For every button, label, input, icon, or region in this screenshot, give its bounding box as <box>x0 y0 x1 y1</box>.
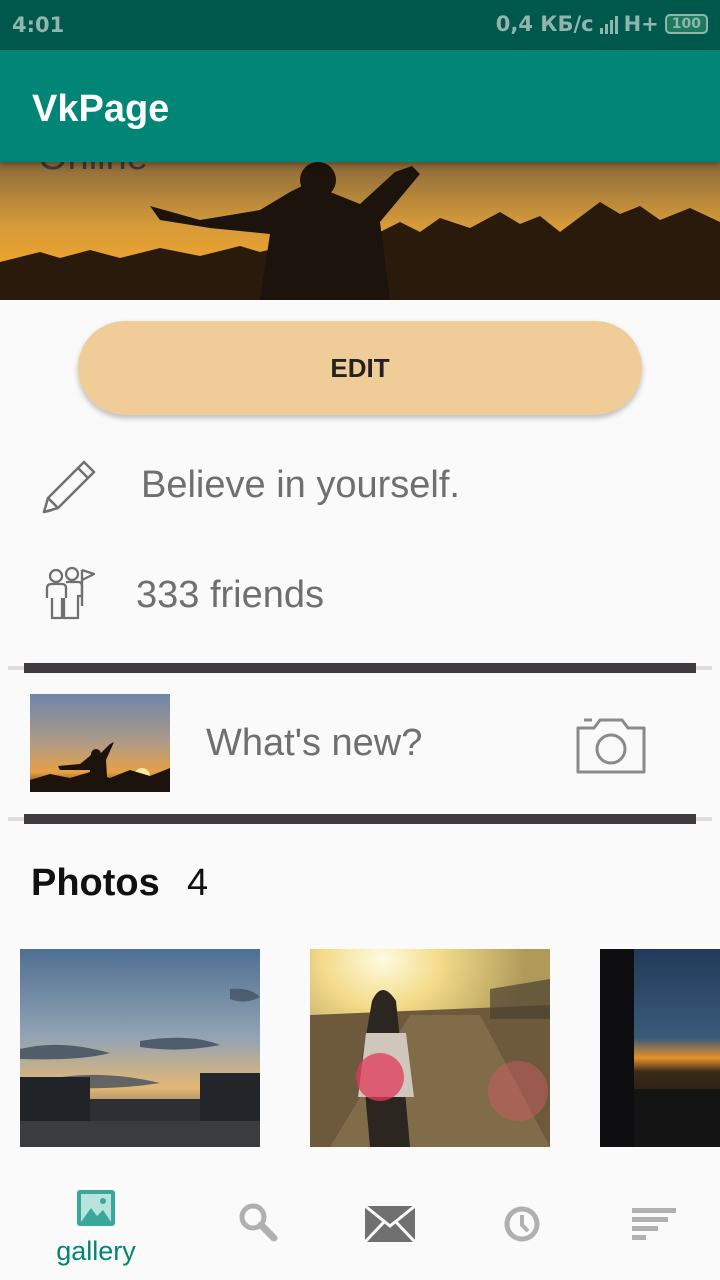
gallery-icon <box>77 1190 115 1226</box>
photo-thumbnail[interactable] <box>600 949 720 1147</box>
cover-photo: Online <box>0 162 720 300</box>
app-bar: VkPage <box>0 50 720 162</box>
status-bar: 4:01 0,4 КБ/с H+ 100 <box>0 0 720 50</box>
nav-messages[interactable] <box>318 1180 462 1280</box>
sort-icon <box>632 1208 676 1240</box>
avatar-image <box>30 694 170 792</box>
photo-image <box>20 949 260 1147</box>
signal-icon <box>599 14 618 34</box>
clock-icon <box>504 1206 540 1242</box>
pencil-icon <box>42 460 96 514</box>
bottom-navigation: gallery <box>0 1180 720 1280</box>
section-divider <box>8 814 712 824</box>
mail-icon <box>365 1206 415 1242</box>
friends-count: 333 friends <box>136 574 325 616</box>
battery-icon: 100 <box>664 14 708 34</box>
photos-title[interactable]: Photos <box>31 862 160 905</box>
nav-sort[interactable] <box>582 1180 720 1280</box>
status-right: 0,4 КБ/с H+ 100 <box>496 12 708 36</box>
photo-thumbnail[interactable] <box>310 949 550 1147</box>
edit-button[interactable]: EDIT <box>78 321 642 415</box>
network-type: H+ <box>623 12 659 36</box>
nav-history[interactable] <box>450 1180 594 1280</box>
cover-image <box>0 162 720 300</box>
friends-icon <box>45 566 96 620</box>
status-row[interactable]: Believe in yourself. <box>0 452 720 522</box>
nav-gallery-label: gallery <box>56 1236 136 1266</box>
nav-search[interactable] <box>186 1180 330 1280</box>
section-divider <box>8 663 712 673</box>
post-avatar[interactable] <box>30 694 170 792</box>
status-text: Believe in yourself. <box>141 464 460 506</box>
app-title: VkPage <box>32 88 170 130</box>
photo-image <box>310 949 550 1147</box>
status-time: 4:01 <box>12 13 65 37</box>
photos-count: 4 <box>187 862 209 904</box>
network-speed: 0,4 КБ/с <box>495 12 594 36</box>
friends-row[interactable]: 333 friends <box>0 562 720 632</box>
photo-image <box>600 949 720 1147</box>
whats-new-input[interactable]: What's new? <box>206 722 422 765</box>
photo-thumbnail[interactable] <box>20 949 260 1147</box>
search-icon <box>239 1203 278 1242</box>
nav-gallery[interactable]: gallery <box>0 1180 192 1280</box>
camera-icon[interactable] <box>574 714 648 776</box>
online-status: Online <box>38 162 148 179</box>
